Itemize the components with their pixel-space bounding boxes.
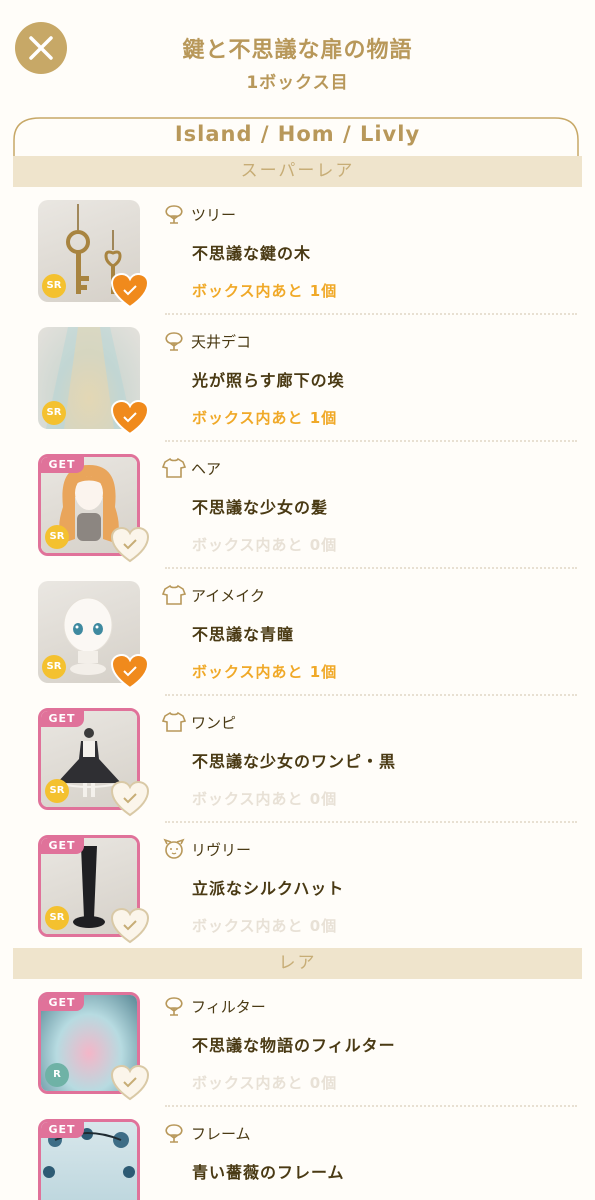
remaining-count: ボックス内あと 0個 — [192, 1074, 338, 1092]
item-category: ワンピ — [191, 713, 237, 732]
item-category: リヴリー — [191, 840, 252, 859]
list-item[interactable]: SR ツリー 不思議な鍵の木 ボックス内あと 1個 — [0, 200, 595, 327]
tree-icon — [165, 332, 183, 351]
rarity-badge: SR — [45, 906, 69, 930]
item-name: 不思議な青瞳 — [192, 625, 295, 644]
shirt-icon — [162, 584, 186, 605]
livly-icon — [163, 838, 185, 859]
get-badge: GET — [41, 1122, 84, 1138]
item-name: 青い薔薇のフレーム — [192, 1163, 345, 1182]
item-category: 天井デコ — [191, 332, 252, 351]
divider — [165, 313, 577, 315]
get-badge: GET — [41, 838, 84, 854]
remaining-count: ボックス内あと 1個 — [192, 282, 338, 300]
tree-icon — [165, 1124, 183, 1143]
get-badge: GET — [41, 995, 84, 1011]
get-badge: GET — [41, 457, 84, 473]
list-item[interactable]: SR 天井デコ 光が照らす廊下の埃 ボックス内あと 1個 — [0, 327, 595, 454]
divider — [165, 694, 577, 696]
list-item[interactable]: GET R フィルター 不思議な物語のフィルター ボックス内あと 0個 — [0, 992, 595, 1119]
wishlist-heart-icon[interactable] — [110, 653, 150, 691]
item-category: ヘア — [191, 459, 222, 478]
tab-island-hom-livly[interactable]: Island / Hom / Livly — [0, 122, 595, 146]
list-item[interactable]: SR アイメイク 不思議な青瞳 ボックス内あと 1個 — [0, 581, 595, 708]
rarity-badge: SR — [42, 401, 66, 425]
divider — [165, 1105, 577, 1107]
list-item[interactable]: GET SR ワンピ 不思議な少女のワンピ・黒 ボックス内あと 0個 — [0, 708, 595, 835]
divider — [165, 821, 577, 823]
item-name: 不思議な鍵の木 — [192, 244, 312, 263]
get-badge: GET — [41, 711, 84, 727]
wishlist-heart-icon[interactable] — [110, 399, 150, 437]
item-category: アイメイク — [191, 586, 265, 605]
rarity-badge: R — [45, 1063, 69, 1087]
item-name: 光が照らす廊下の埃 — [192, 371, 345, 390]
header: 鍵と不思議な扉の物語 1ボックス目 — [0, 0, 595, 110]
rarity-badge: SR — [45, 525, 69, 549]
remaining-count: ボックス内あと 1個 — [192, 409, 338, 427]
wishlist-heart-icon[interactable] — [110, 907, 150, 945]
page-title: 鍵と不思議な扉の物語 — [182, 38, 413, 63]
list-item[interactable]: GET SR ヘア 不思議な少女の髪 ボックス内あと 0個 — [0, 454, 595, 581]
item-name: 不思議な物語のフィルター — [192, 1036, 396, 1055]
remaining-count: ボックス内あと 1個 — [192, 663, 338, 681]
remaining-count: ボックス内あと 0個 — [192, 917, 338, 935]
wishlist-heart-icon[interactable] — [110, 780, 150, 818]
shirt-icon — [162, 457, 186, 478]
item-category: フレーム — [191, 1124, 251, 1143]
shirt-icon — [162, 711, 186, 732]
section-header-rare: レア — [13, 948, 582, 979]
rarity-badge: SR — [42, 655, 66, 679]
box-number: 1ボックス目 — [246, 73, 349, 93]
item-thumbnail: GET — [38, 1119, 140, 1200]
tree-icon — [165, 205, 183, 224]
rarity-badge: SR — [45, 779, 69, 803]
divider — [165, 440, 577, 442]
tree-icon — [165, 997, 183, 1016]
section-header-super-rare: スーパーレア — [13, 156, 582, 187]
wishlist-heart-icon[interactable] — [110, 272, 150, 310]
item-name: 不思議な少女のワンピ・黒 — [192, 752, 397, 771]
item-category: ツリー — [191, 205, 237, 224]
remaining-count: ボックス内あと 0個 — [192, 536, 338, 554]
remaining-count: ボックス内あと 0個 — [192, 790, 338, 808]
wishlist-heart-icon[interactable] — [110, 526, 150, 564]
item-category: フィルター — [191, 997, 266, 1016]
list-item[interactable]: GET SR リヴリー 立派なシルクハット ボックス内あと 0個 — [0, 835, 595, 962]
item-name: 立派なシルクハット — [192, 879, 345, 898]
rarity-badge: SR — [42, 274, 66, 298]
list-item[interactable]: GET フレーム 青い薔薇のフレーム — [0, 1119, 595, 1200]
item-name: 不思議な少女の髪 — [192, 498, 329, 517]
wishlist-heart-icon[interactable] — [110, 1064, 150, 1102]
divider — [165, 567, 577, 569]
